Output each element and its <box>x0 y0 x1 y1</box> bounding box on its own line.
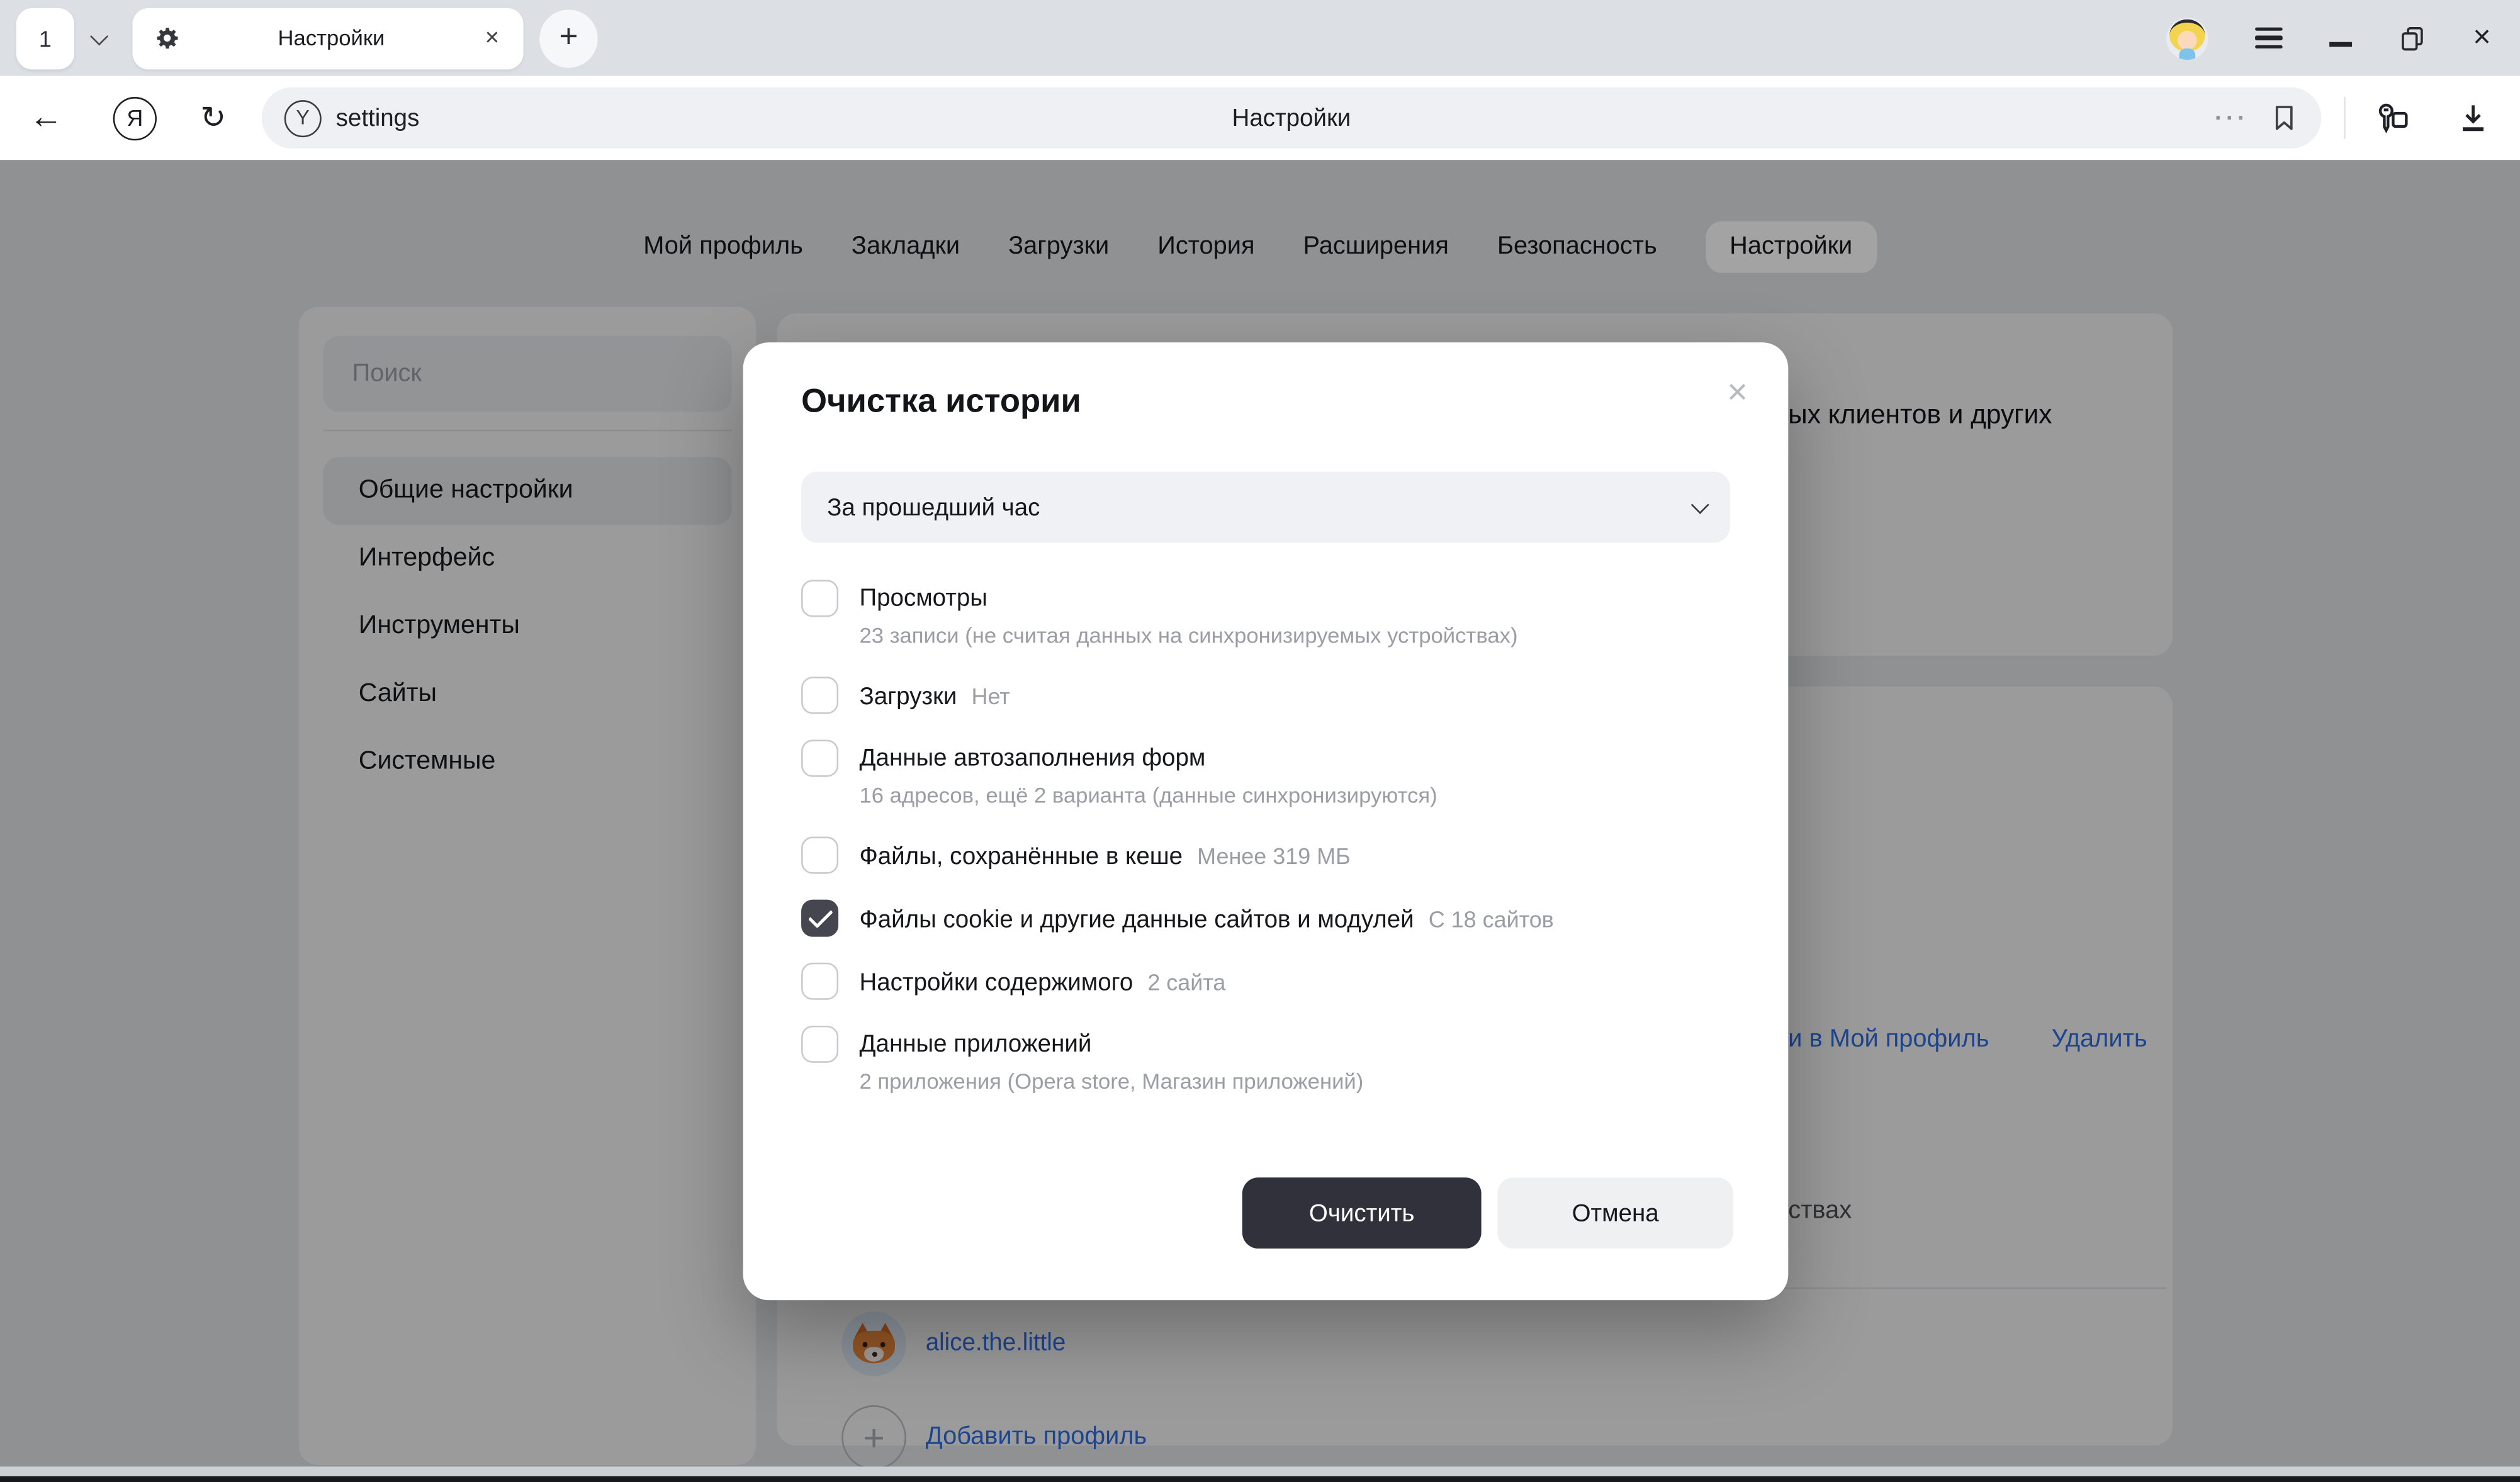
downloads-icon[interactable] <box>2455 100 2490 135</box>
tab-bar: 1 Настройки × + <box>0 0 2520 76</box>
chevron-down-icon <box>1691 496 1709 514</box>
clear-history-dialog: × Очистка истории За прошедший час Просм… <box>743 342 1789 1300</box>
tab-list-chevron-button[interactable] <box>74 8 120 69</box>
avatar-face <box>2178 30 2197 49</box>
tab-close-icon[interactable]: × <box>481 23 502 53</box>
time-period-select[interactable]: За прошедший час <box>801 471 1730 542</box>
checkbox-downloads[interactable] <box>801 676 838 714</box>
dialog-title: Очистка истории <box>801 383 1081 422</box>
back-button[interactable]: ← <box>29 99 63 138</box>
cancel-button-label: Отмена <box>1572 1199 1659 1227</box>
dialog-close-icon[interactable]: × <box>1721 368 1755 417</box>
option-sub: 16 адресов, ещё 2 варианта (данные синхр… <box>859 782 1437 811</box>
option-row-autofill[interactable]: Данные автозаполнения форм 16 адресов, е… <box>801 740 1730 811</box>
checkbox-autofill[interactable] <box>801 740 838 777</box>
gear-icon <box>154 25 181 52</box>
option-row-downloads[interactable]: Загрузки Нет <box>801 676 1730 714</box>
tab-count: 1 <box>39 25 52 51</box>
clear-button-label: Очистить <box>1309 1199 1415 1227</box>
chevron-down-icon <box>90 26 108 45</box>
option-detail: 2 сайта <box>1147 969 1225 995</box>
checkbox-cookies-checked[interactable] <box>801 900 838 937</box>
bookmark-icon[interactable] <box>2270 103 2298 132</box>
plus-icon: + <box>559 20 578 57</box>
checkbox-views[interactable] <box>801 580 838 617</box>
history-options-list: Просмотры 23 записи (не считая данных на… <box>801 580 1730 1122</box>
option-row-app-data[interactable]: Данные приложений 2 приложения (Opera st… <box>801 1026 1730 1097</box>
toolbar: ← Я ↻ Y settings Настройки ··· <box>0 76 2520 160</box>
option-row-views[interactable]: Просмотры 23 записи (не считая данных на… <box>801 580 1730 651</box>
clear-button[interactable]: Очистить <box>1242 1177 1482 1249</box>
option-detail: Менее 319 МБ <box>1197 843 1351 869</box>
page-title: Настройки <box>1232 104 1351 132</box>
address-bar[interactable]: Y settings Настройки ··· <box>262 87 2322 149</box>
settings-page: Мой профиль Закладки Загрузки История Ра… <box>0 160 2520 1466</box>
tab-settings[interactable]: Настройки × <box>132 8 523 69</box>
reload-button[interactable]: ↻ <box>200 99 226 137</box>
option-label: Настройки содержимого <box>859 969 1133 997</box>
more-actions-icon[interactable]: ··· <box>2215 104 2249 132</box>
option-sub: 23 записи (не считая данных на синхрониз… <box>859 622 1517 651</box>
profile-avatar[interactable] <box>2166 17 2208 59</box>
tab-title: Настройки <box>181 26 481 50</box>
option-label: Данные приложений <box>859 1031 1091 1058</box>
window-controls: × <box>2166 17 2504 59</box>
option-sub: 2 приложения (Opera store, Магазин прило… <box>859 1068 1363 1097</box>
option-detail: С 18 сайтов <box>1429 906 1554 932</box>
option-label: Файлы cookie и другие данные сайтов и мо… <box>859 906 1414 934</box>
window-bottom-edge <box>0 1476 2520 1482</box>
option-row-content-settings[interactable]: Настройки содержимого 2 сайта <box>801 963 1730 1000</box>
option-row-cache[interactable]: Файлы, сохранённые в кеше Менее 319 МБ <box>801 837 1730 874</box>
option-label: Загрузки <box>859 683 957 711</box>
option-row-cookies[interactable]: Файлы cookie и другие данные сайтов и мо… <box>801 900 1730 937</box>
option-label: Данные автозаполнения форм <box>859 744 1205 772</box>
yandex-logo-icon[interactable]: Я <box>113 96 157 140</box>
menu-icon[interactable] <box>2255 27 2283 49</box>
option-detail: Нет <box>972 683 1010 709</box>
avatar-dress <box>2179 48 2195 59</box>
close-window-button[interactable]: × <box>2473 23 2491 53</box>
restore-window-icon[interactable] <box>2399 25 2426 52</box>
passwords-key-icon[interactable] <box>2373 99 2410 137</box>
cancel-button[interactable]: Отмена <box>1497 1177 1733 1249</box>
new-tab-button[interactable]: + <box>539 9 597 67</box>
window-bottom-strip <box>0 1467 2520 1476</box>
site-badge-icon[interactable]: Y <box>284 99 322 137</box>
option-label: Файлы, сохранённые в кеше <box>859 843 1183 871</box>
tab-list-button[interactable]: 1 <box>16 8 74 69</box>
url-text: settings <box>336 104 420 132</box>
minimize-button[interactable] <box>2329 30 2352 46</box>
checkbox-app-data[interactable] <box>801 1026 838 1063</box>
toolbar-divider <box>2344 97 2346 139</box>
option-label: Просмотры <box>859 585 987 612</box>
checkbox-content-settings[interactable] <box>801 963 838 1000</box>
selected-period: За прошедший час <box>827 493 1040 521</box>
checkbox-cache[interactable] <box>801 837 838 874</box>
browser-window: 1 Настройки × + <box>0 0 2520 1482</box>
